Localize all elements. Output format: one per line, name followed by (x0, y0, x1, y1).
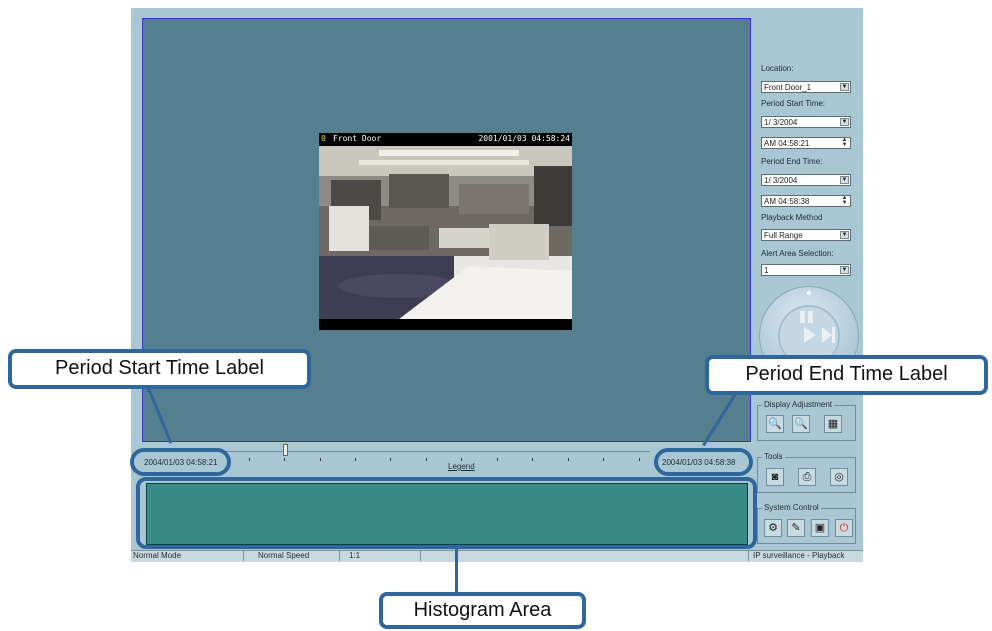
alert-area-dropdown-icon[interactable]: ▼ (840, 266, 849, 274)
print-icon[interactable]: ⎙ (798, 468, 816, 486)
timeline-tick (249, 458, 250, 461)
system-control-group: System Control ⚙ ✎ ▣ ⏻ (757, 503, 856, 544)
save-disk-icon[interactable]: ◎ (830, 468, 848, 486)
playback-method-dropdown-icon[interactable]: ▼ (840, 231, 849, 239)
callout-connector (455, 549, 458, 596)
period-end-date-value: 1/ 3/2004 (764, 176, 798, 185)
timeline-tick (320, 458, 321, 461)
start-time-highlight (130, 448, 231, 476)
timeline-tick (355, 458, 356, 461)
period-start-label: Period Start Time: (761, 99, 826, 108)
zoom-out-icon[interactable]: 🔍 (792, 415, 810, 433)
tools-wrench-icon[interactable]: ✎ (787, 519, 805, 537)
power-icon[interactable]: ⏻ (835, 519, 853, 537)
start-time-callout: Period Start Time Label (8, 349, 311, 389)
camera-timestamp: 2001/01/03 04:58:24 (478, 134, 570, 143)
playback-method-label: Playback Method (761, 213, 823, 222)
timeline-tick (284, 458, 285, 461)
timeline-tick (497, 458, 498, 461)
color-adjust-icon[interactable]: ▦ (824, 415, 842, 433)
timeline-tick (461, 458, 462, 461)
system-control-label: System Control (762, 503, 821, 512)
camera-feed: 0 Front Door 2001/01/03 04:58:24 (319, 133, 572, 330)
alert-area-label: Alert Area Selection: (761, 249, 834, 258)
status-speed: Normal Speed (258, 551, 310, 560)
period-end-label: Period End Time: (761, 157, 823, 166)
location-label: Location: (761, 64, 794, 73)
location-value: Front Door_1 (764, 83, 812, 92)
camera-overlay-header: 0 Front Door 2001/01/03 04:58:24 (319, 133, 572, 145)
period-end-time-spinner-icon[interactable]: ▲ ▼ (840, 195, 849, 206)
tools-label: Tools (762, 452, 785, 461)
period-end-date-picker[interactable]: 1/ 3/2004 ▼ (761, 174, 851, 186)
period-end-time-field[interactable]: AM 04:58:38 ▲ ▼ (761, 195, 851, 207)
status-app-name: IP surveillance - Playback (753, 551, 845, 560)
status-mode: Normal Mode (133, 551, 182, 560)
timeline-slider-thumb[interactable] (283, 444, 288, 456)
period-start-time-spinner-icon[interactable]: ▲ ▼ (840, 137, 849, 148)
playback-method-value: Full Range (764, 231, 803, 240)
settings-icon[interactable]: ⚙ (764, 519, 782, 537)
status-divider (243, 551, 244, 561)
status-divider (339, 551, 340, 561)
display-adjustment-label: Display Adjustment (762, 400, 835, 409)
location-combo[interactable]: Front Door_1 ▼ (761, 81, 851, 93)
timeline-tick (390, 458, 391, 461)
display-adjustment-group: Display Adjustment 🔍 🔍 ▦ (757, 400, 856, 441)
zoom-in-icon[interactable]: 🔍 (766, 415, 784, 433)
histogram-highlight (136, 477, 757, 549)
tools-group: Tools ◙ ⎙ ◎ (757, 452, 856, 493)
end-time-callout: Period End Time Label (705, 355, 988, 395)
status-divider (420, 551, 421, 561)
snapshot-camera-icon[interactable]: ◙ (766, 468, 784, 486)
camera-name: Front Door (333, 134, 382, 143)
period-start-date-picker[interactable]: 1/ 3/2004 ▼ (761, 116, 851, 128)
timeline-tick (603, 458, 604, 461)
monitor-icon[interactable]: ▣ (811, 519, 829, 537)
period-start-time-value: AM 04:58:21 (764, 139, 810, 148)
histogram-callout: Histogram Area (379, 592, 586, 629)
period-end-date-dropdown-icon[interactable]: ▼ (840, 176, 849, 184)
alert-area-value: 1 (764, 266, 769, 275)
timeline-tick (532, 458, 533, 461)
timeline-tick (568, 458, 569, 461)
legend-link[interactable]: Legend (448, 462, 475, 471)
status-divider (748, 551, 749, 561)
end-time-highlight (654, 448, 753, 476)
timeline-tick (426, 458, 427, 461)
period-start-time-field[interactable]: AM 04:58:21 ▲ ▼ (761, 137, 851, 149)
status-ratio: 1:1 (349, 551, 361, 560)
playback-method-combo[interactable]: Full Range ▼ (761, 229, 851, 241)
alert-area-combo[interactable]: 1 ▼ (761, 264, 851, 276)
status-bar: Normal Mode Normal Speed 1:1 IP surveill… (131, 550, 863, 562)
camera-channel: 0 (321, 134, 326, 143)
timeline-tick (639, 458, 640, 461)
period-start-date-value: 1/ 3/2004 (764, 118, 798, 127)
camera-scene-image (319, 146, 572, 319)
period-start-date-dropdown-icon[interactable]: ▼ (840, 118, 849, 126)
period-end-time-value: AM 04:58:38 (764, 197, 810, 206)
location-dropdown-icon[interactable]: ▼ (840, 83, 849, 91)
